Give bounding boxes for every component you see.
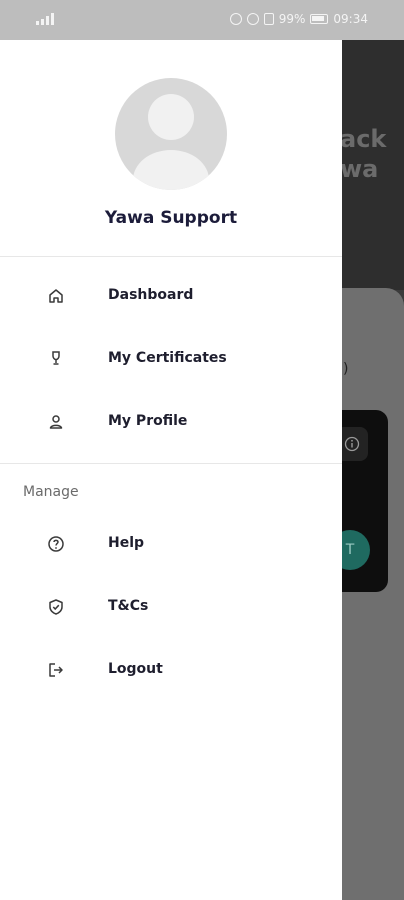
section-label-manage: Manage xyxy=(23,484,79,500)
shield-check-icon xyxy=(46,597,66,617)
menu-item-dashboard[interactable]: Dashboard xyxy=(0,274,342,322)
trophy-icon xyxy=(46,349,66,369)
status-right: 99% 09:34 xyxy=(229,12,368,26)
divider xyxy=(0,256,342,257)
divider xyxy=(0,463,342,464)
vibrate-icon xyxy=(263,13,274,25)
menu-item-help[interactable]: Help xyxy=(0,522,342,570)
logout-icon xyxy=(46,660,66,680)
menu-item-logout[interactable]: Logout xyxy=(0,648,342,696)
status-bar: 99% 09:34 xyxy=(0,0,404,40)
background-text: ) xyxy=(343,361,349,377)
menu-item-certificates[interactable]: My Certificates xyxy=(0,337,342,385)
eye-icon xyxy=(229,13,242,25)
menu-item-tcs[interactable]: T&Cs xyxy=(0,585,342,633)
signal-icon xyxy=(36,13,54,25)
background-title: ack wa xyxy=(340,125,387,183)
menu-label-help: Help xyxy=(108,535,145,551)
menu-item-profile[interactable]: My Profile xyxy=(0,400,342,448)
menu-label-tcs: T&Cs xyxy=(108,598,149,614)
person-icon xyxy=(46,412,66,432)
menu-label-logout: Logout xyxy=(108,661,163,677)
menu-label-dashboard: Dashboard xyxy=(108,287,194,303)
user-name: Yawa Support xyxy=(104,208,238,228)
menu-label-profile: My Profile xyxy=(108,413,188,429)
menu-label-certificates: My Certificates xyxy=(108,350,227,366)
alarm-icon xyxy=(246,13,259,25)
battery-icon xyxy=(310,14,329,24)
clock: 09:34 xyxy=(333,12,368,26)
home-icon xyxy=(46,286,66,306)
battery-percent: 99% xyxy=(278,12,306,26)
help-icon xyxy=(46,534,66,554)
navigation-drawer: Yawa Support Dashboard My Certificates M xyxy=(0,40,342,900)
avatar[interactable] xyxy=(115,78,227,190)
